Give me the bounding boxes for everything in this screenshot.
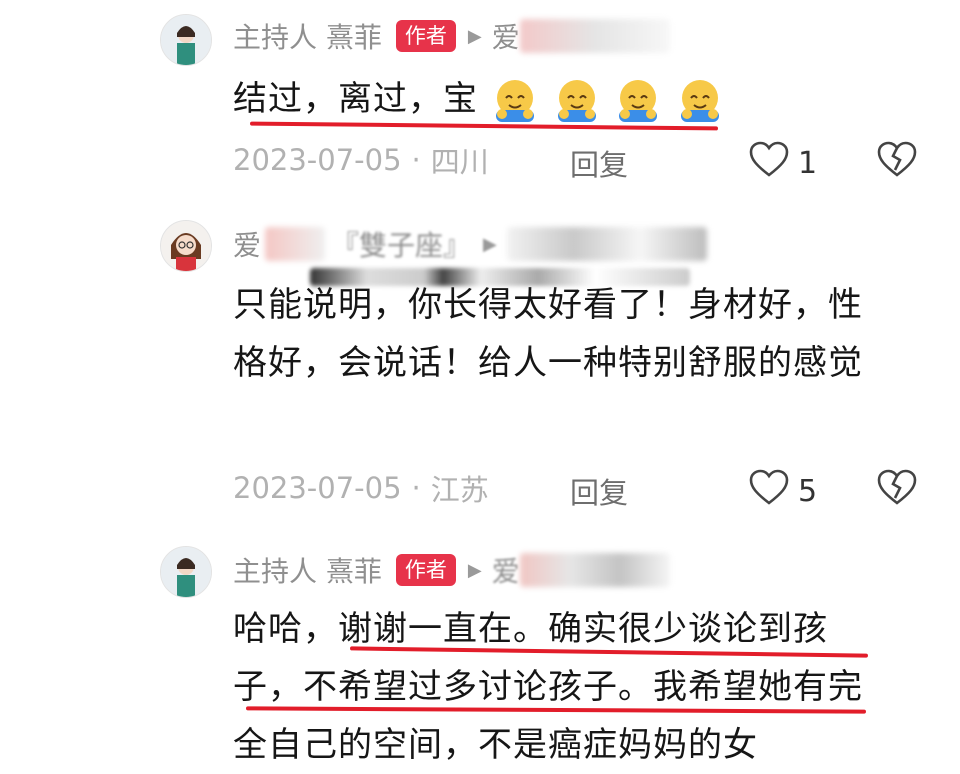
- comment-date: 2023-07-05: [233, 143, 402, 177]
- like-button[interactable]: 1: [748, 140, 817, 186]
- author-prefix[interactable]: 爱: [233, 224, 261, 264]
- comment-date: 2023-07-05: [233, 471, 402, 505]
- author-name[interactable]: 主持人 熹菲: [233, 550, 382, 590]
- censored-reply-target: [506, 227, 707, 261]
- reply-target-prefix[interactable]: 爱: [492, 550, 520, 590]
- hugging-face-emoji: [478, 79, 552, 122]
- comment-header: 主持人 熹菲 作者 ▶ 爱: [233, 550, 670, 590]
- hugging-face-emoji: [552, 79, 614, 122]
- reply-target-prefix[interactable]: 爱: [492, 16, 520, 56]
- triangle-right-icon: ▶: [467, 559, 482, 581]
- heart-outline-icon: [748, 140, 790, 186]
- heart-outline-icon: [748, 468, 790, 514]
- like-button[interactable]: 5: [748, 468, 817, 514]
- comment-text: 哈哈，谢谢一直在。确实很少谈论到孩子，不希望过多讨论孩子。我希望她有完全自己的空…: [233, 609, 863, 765]
- censored-author-name: [265, 227, 326, 261]
- comment-location: 四川: [430, 145, 489, 179]
- hugging-face-emoji: [675, 79, 725, 122]
- comment-meta: 2023-07-05 · 江苏: [233, 466, 489, 510]
- author-avatar[interactable]: [160, 14, 212, 66]
- triangle-right-icon: ▶: [467, 25, 482, 47]
- comment-header: 爱 『雙子座』 ▶: [233, 224, 707, 264]
- reply-button[interactable]: 回复: [570, 142, 628, 184]
- comment-text: 结过，离过，宝: [233, 70, 893, 128]
- like-count: 1: [798, 145, 818, 181]
- broken-heart-icon[interactable]: [876, 468, 918, 510]
- author-badge: 作者: [395, 554, 456, 586]
- comment-meta: 2023-07-05 · 四川: [233, 138, 489, 182]
- hugging-face-emoji: [613, 79, 675, 122]
- reply-button[interactable]: 回复: [570, 470, 628, 512]
- broken-heart-icon[interactable]: [876, 140, 918, 182]
- triangle-right-icon: ▶: [483, 233, 497, 255]
- author-name-fragment: 『雙子座』: [331, 229, 472, 262]
- comment-header: 主持人 熹菲 作者 ▶ 爱: [233, 16, 670, 56]
- comment-location: 江苏: [430, 473, 489, 507]
- censored-reply-target: [519, 553, 670, 587]
- author-avatar[interactable]: [160, 546, 212, 598]
- like-count: 5: [798, 473, 818, 509]
- author-avatar[interactable]: [160, 220, 212, 272]
- censored-reply-target: [519, 19, 670, 53]
- author-name[interactable]: 主持人 熹菲: [233, 16, 382, 56]
- author-badge: 作者: [395, 20, 456, 52]
- comment-text: 只能说明，你长得太好看了！身材好，性格好，会说话！给人一种特别舒服的感觉: [233, 285, 863, 383]
